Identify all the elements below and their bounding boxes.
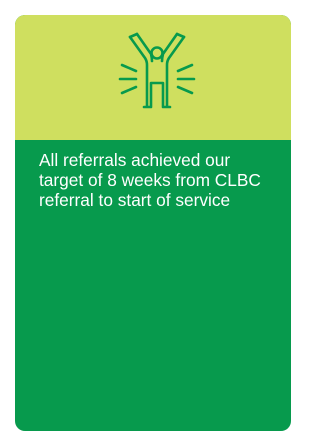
info-card: All referrals achieved our target of 8 w…: [15, 15, 291, 431]
person-celebrating-icon: [118, 32, 196, 109]
card-body: All referrals achieved our target of 8 w…: [15, 140, 291, 431]
card-header: [15, 15, 291, 140]
card-message: All referrals achieved our target of 8 w…: [39, 150, 261, 210]
